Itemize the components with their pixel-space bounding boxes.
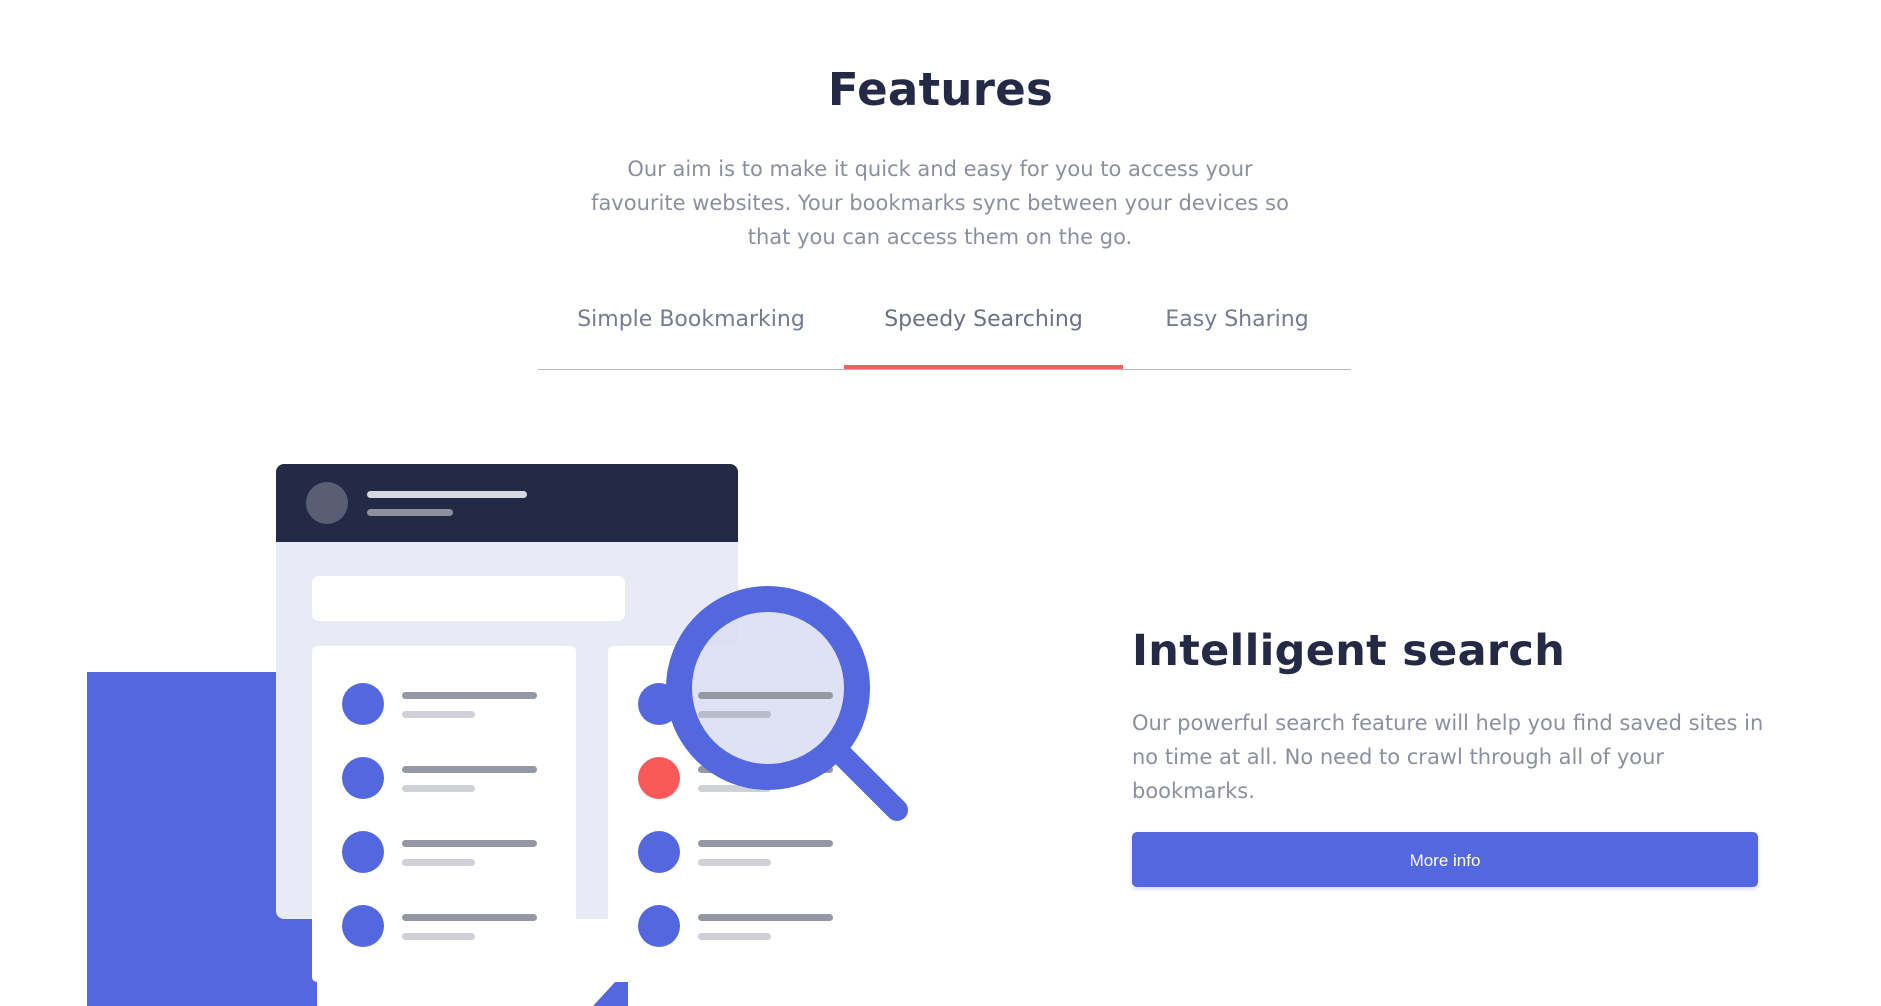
avatar-circle-icon [306, 482, 348, 524]
magnifier-icon [666, 586, 908, 821]
tab-simple-bookmarking[interactable]: Simple Bookmarking [538, 295, 844, 368]
feature-description: Our powerful search feature will help yo… [1132, 711, 1764, 803]
feature-tabs: Simple Bookmarking Speedy Searching Easy… [538, 295, 1351, 370]
tab-speedy-searching[interactable]: Speedy Searching [844, 295, 1123, 368]
illustration-background-shape-base [87, 672, 317, 1006]
tab-easy-sharing[interactable]: Easy Sharing [1123, 295, 1351, 368]
search-bar-shape [312, 576, 625, 621]
bookmark-card-left [312, 646, 576, 982]
illustration-background-shape [87, 672, 628, 1006]
more-info-button[interactable]: More info [1132, 832, 1758, 887]
active-tab-indicator [844, 365, 1123, 369]
feature-title: Intelligent search [1132, 625, 1566, 676]
section-intro: Our aim is to make it quick and easy for… [591, 157, 1289, 249]
page-title: Features [827, 63, 1054, 117]
features-section: Features Our aim is to make it quick and… [0, 0, 1881, 1006]
list-dot-icon [342, 683, 384, 725]
bookmark-card-right [608, 646, 872, 982]
browser-window [276, 464, 738, 919]
